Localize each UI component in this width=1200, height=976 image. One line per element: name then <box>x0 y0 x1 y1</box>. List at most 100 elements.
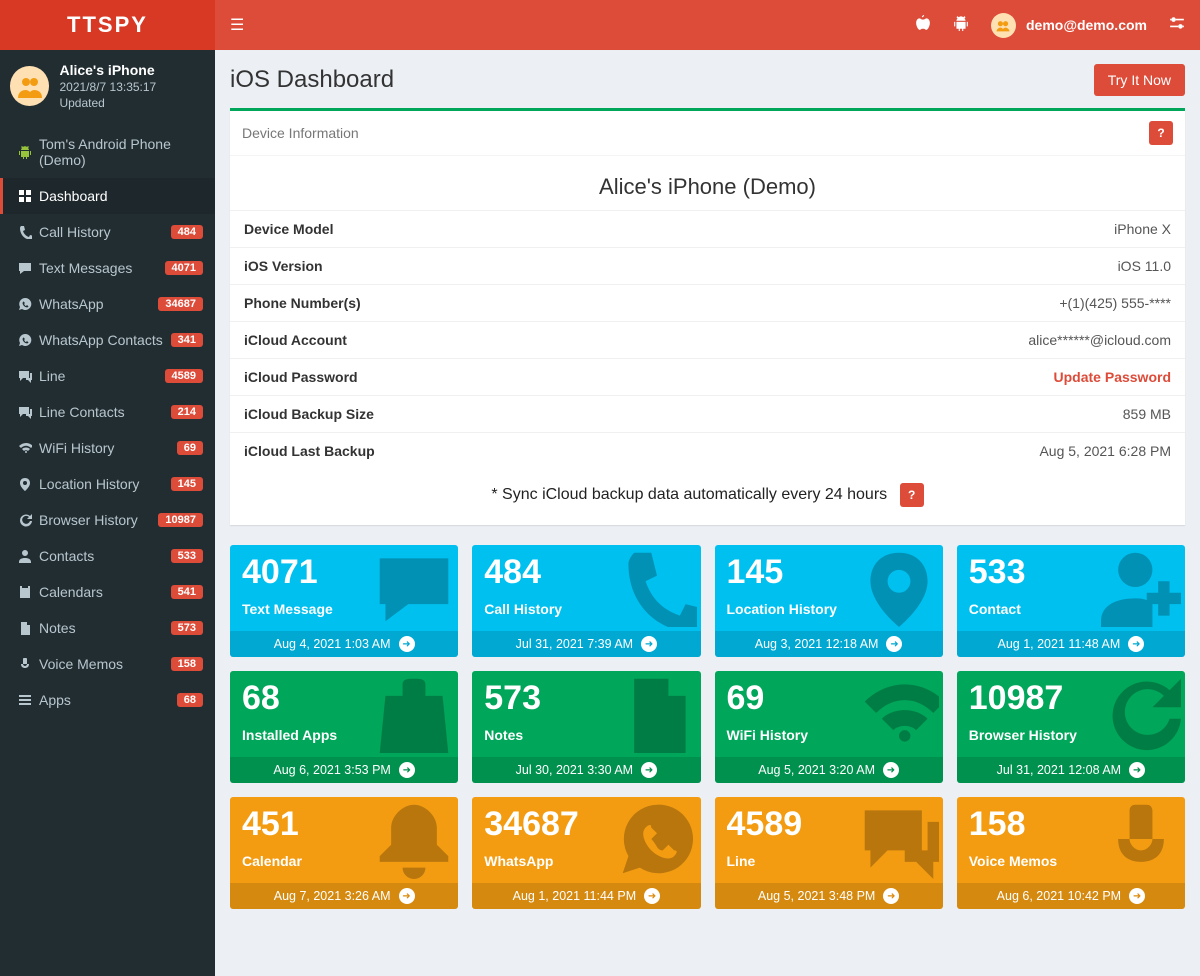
sidebar-item-label: WiFi History <box>35 440 177 456</box>
device-avatar-icon <box>10 66 49 106</box>
info-value: iPhone X <box>690 211 1185 248</box>
card-line[interactable]: 4589LineAug 5, 2021 3:48 PM➜ <box>715 797 943 909</box>
info-label: iCloud Password <box>230 359 690 396</box>
sidebar-item-line[interactable]: Line4589 <box>0 358 215 394</box>
sidebar-item-notes[interactable]: Notes573 <box>0 610 215 646</box>
device-title: Alice's iPhone (Demo) <box>230 156 1185 210</box>
card-date: Jul 31, 2021 7:39 AM <box>516 637 633 651</box>
sidebar-item-android-demo[interactable]: Tom's Android Phone (Demo) <box>0 126 215 178</box>
card-location-history[interactable]: 145Location HistoryAug 3, 2021 12:18 AM➜ <box>715 545 943 657</box>
mic-icon <box>15 657 35 671</box>
sync-help-icon[interactable]: ? <box>900 483 924 507</box>
device-info-box: Device Information ? Alice's iPhone (Dem… <box>230 108 1185 525</box>
box-header: Device Information ? <box>230 111 1185 156</box>
info-label: iCloud Account <box>230 322 690 359</box>
page-title: iOS Dashboard <box>230 66 394 94</box>
user-menu[interactable]: demo@demo.com <box>991 13 1147 38</box>
grid-icon <box>15 189 35 203</box>
sidebar-item-location-history[interactable]: Location History145 <box>0 466 215 502</box>
device-panel[interactable]: Alice's iPhone 2021/8/7 13:35:17 Updated <box>0 50 215 122</box>
main-header: TTSPY ☰ demo@demo.com <box>0 0 1200 50</box>
sidebar-item-browser-history[interactable]: Browser History10987 <box>0 502 215 538</box>
card-date: Jul 30, 2021 3:30 AM <box>516 763 633 777</box>
whatsapp-icon <box>15 297 35 311</box>
cards-row: 4071Text MessageAug 4, 2021 1:03 AM➜484C… <box>223 545 1192 923</box>
chat-icon <box>859 799 939 891</box>
sidebar-item-label: Call History <box>35 224 171 240</box>
card-notes[interactable]: 573NotesJul 30, 2021 3:30 AM➜ <box>472 671 700 783</box>
phone-icon <box>15 225 35 239</box>
sidebar-item-label: Tom's Android Phone (Demo) <box>35 136 203 168</box>
info-label: iOS Version <box>230 248 690 285</box>
card-text-message[interactable]: 4071Text MessageAug 4, 2021 1:03 AM➜ <box>230 545 458 657</box>
sidebar-item-text-messages[interactable]: Text Messages4071 <box>0 250 215 286</box>
info-value: Update Password <box>690 359 1185 396</box>
sidebar-item-line-contacts[interactable]: Line Contacts214 <box>0 394 215 430</box>
card-contact[interactable]: 533ContactAug 1, 2021 11:48 AM➜ <box>957 545 1185 657</box>
update-password-link[interactable]: Update Password <box>1054 369 1171 385</box>
sidebar-item-call-history[interactable]: Call History484 <box>0 214 215 250</box>
sidebar-item-label: Voice Memos <box>35 656 171 672</box>
info-value: iOS 11.0 <box>690 248 1185 285</box>
sidebar-item-voice-memos[interactable]: Voice Memos158 <box>0 646 215 682</box>
card-date: Jul 31, 2021 12:08 AM <box>997 763 1121 777</box>
settings-icon[interactable] <box>1169 15 1185 36</box>
card-date: Aug 6, 2021 3:53 PM <box>273 763 390 777</box>
info-value: Aug 5, 2021 6:28 PM <box>690 433 1185 470</box>
card-call-history[interactable]: 484Call HistoryJul 31, 2021 7:39 AM➜ <box>472 545 700 657</box>
apple-icon[interactable] <box>915 15 931 36</box>
sidebar-item-contacts[interactable]: Contacts533 <box>0 538 215 574</box>
android-icon[interactable] <box>953 15 969 36</box>
wifi-icon <box>15 441 35 455</box>
info-row: Phone Number(s)+(1)(425) 555-**** <box>230 285 1185 322</box>
card-date: Aug 3, 2021 12:18 AM <box>755 637 879 651</box>
try-it-now-button[interactable]: Try It Now <box>1094 64 1185 96</box>
card-date: Aug 5, 2021 3:48 PM <box>758 889 875 903</box>
sidebar-item-dashboard[interactable]: Dashboard <box>0 178 215 214</box>
sidebar-item-whatsapp-contacts[interactable]: WhatsApp Contacts341 <box>0 322 215 358</box>
sidebar-item-badge: 158 <box>171 657 203 671</box>
sidebar-item-label: WhatsApp Contacts <box>35 332 171 348</box>
info-row: iCloud Accountalice******@icloud.com <box>230 322 1185 359</box>
info-row: iOS VersioniOS 11.0 <box>230 248 1185 285</box>
sidebar-item-calendars[interactable]: Calendars541 <box>0 574 215 610</box>
card-installed-apps[interactable]: 68Installed AppsAug 6, 2021 3:53 PM➜ <box>230 671 458 783</box>
card-date: Aug 4, 2021 1:03 AM <box>274 637 391 651</box>
content-wrapper: iOS Dashboard Try It Now Device Informat… <box>215 50 1200 923</box>
whatsapp-icon <box>15 333 35 347</box>
info-label: Device Model <box>230 211 690 248</box>
user-email: demo@demo.com <box>1026 17 1147 33</box>
bell-icon <box>374 799 454 891</box>
sidebar-item-badge: 68 <box>177 693 203 707</box>
card-date: Aug 6, 2021 10:42 PM <box>997 889 1121 903</box>
brand-logo[interactable]: TTSPY <box>0 0 215 50</box>
sidebar-item-wifi-history[interactable]: WiFi History69 <box>0 430 215 466</box>
sidebar-item-badge: 4071 <box>165 261 203 275</box>
sidebar-item-badge: 10987 <box>158 513 203 527</box>
sync-note: * Sync iCloud backup data automatically … <box>230 469 1185 525</box>
sidebar-item-label: Dashboard <box>35 188 203 204</box>
card-whatsapp[interactable]: 34687WhatsAppAug 1, 2021 11:44 PM➜ <box>472 797 700 909</box>
sidebar-toggle-icon[interactable]: ☰ <box>230 15 244 35</box>
sidebar-item-badge: 34687 <box>158 297 203 311</box>
sidebar-item-label: Browser History <box>35 512 158 528</box>
sidebar-item-label: Notes <box>35 620 171 636</box>
card-browser-history[interactable]: 10987Browser HistoryJul 31, 2021 12:08 A… <box>957 671 1185 783</box>
sidebar-item-badge: 214 <box>171 405 203 419</box>
card-calendar[interactable]: 451CalendarAug 7, 2021 3:26 AM➜ <box>230 797 458 909</box>
help-icon[interactable]: ? <box>1149 121 1173 145</box>
card-wifi-history[interactable]: 69WiFi HistoryAug 5, 2021 3:20 AM➜ <box>715 671 943 783</box>
device-name: Alice's iPhone <box>59 62 203 78</box>
android-dot-icon <box>15 145 35 159</box>
file-icon <box>15 621 35 635</box>
info-row: iCloud Backup Size859 MB <box>230 396 1185 433</box>
card-date: Aug 7, 2021 3:26 AM <box>274 889 391 903</box>
sidebar-item-whatsapp[interactable]: WhatsApp34687 <box>0 286 215 322</box>
card-date: Aug 1, 2021 11:48 AM <box>997 637 1120 651</box>
navbar-right: demo@demo.com <box>915 13 1185 38</box>
mic-icon <box>1101 799 1181 891</box>
wifi-icon <box>859 673 939 765</box>
card-voice-memos[interactable]: 158Voice MemosAug 6, 2021 10:42 PM➜ <box>957 797 1185 909</box>
info-row: Device ModeliPhone X <box>230 211 1185 248</box>
sidebar-item-apps[interactable]: Apps68 <box>0 682 215 718</box>
